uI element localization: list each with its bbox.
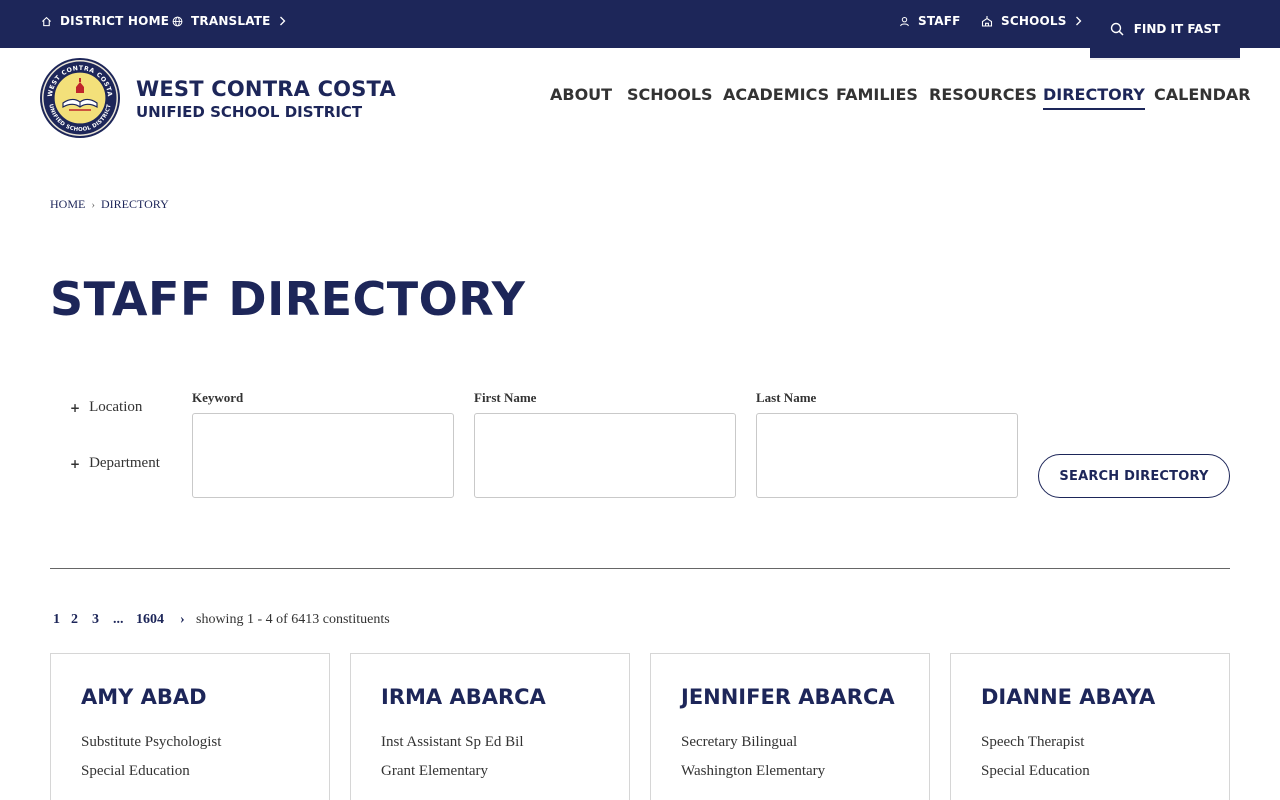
page-link-1[interactable]: 1 bbox=[53, 612, 60, 628]
globe-icon bbox=[172, 16, 183, 26]
school-icon bbox=[981, 16, 993, 27]
page-link-2[interactable]: 2 bbox=[71, 612, 78, 628]
find-it-fast-button[interactable]: FIND IT FAST bbox=[1090, 0, 1240, 58]
staff-location: Washington Elementary bbox=[681, 763, 826, 779]
staff-name[interactable]: JENNIFER ABARCA bbox=[681, 685, 895, 709]
chevron-right-icon bbox=[279, 16, 286, 26]
staff-location: Grant Elementary bbox=[381, 763, 489, 779]
department-filter-label: Department bbox=[89, 455, 160, 471]
chevron-right-icon bbox=[1075, 16, 1082, 26]
nav-item-academics[interactable]: ACADEMICS bbox=[723, 84, 829, 106]
staff-title: Substitute Psychologist bbox=[81, 734, 222, 750]
staff-title: Inst Assistant Sp Ed Bil bbox=[381, 734, 524, 750]
person-icon bbox=[900, 16, 909, 26]
district-home-label: DISTRICT HOME bbox=[60, 14, 170, 28]
department-filter-toggle[interactable]: + Department bbox=[70, 455, 160, 472]
staff-title: Speech Therapist bbox=[981, 734, 1085, 750]
nav-item-calendar[interactable]: CALENDAR bbox=[1154, 84, 1251, 106]
plus-icon: + bbox=[70, 400, 81, 415]
keyword-label: Keyword bbox=[192, 390, 244, 405]
district-name[interactable]: WEST CONTRA COSTA UNIFIED SCHOOL DISTRIC… bbox=[136, 76, 396, 122]
first-name-label: First Name bbox=[474, 390, 537, 405]
home-icon bbox=[41, 16, 52, 26]
page-title: STAFF DIRECTORY bbox=[50, 272, 526, 326]
location-filter-toggle[interactable]: + Location bbox=[70, 399, 142, 416]
staff-card: JENNIFER ABARCA Secretary Bilingual Wash… bbox=[650, 653, 930, 800]
district-name-line2: UNIFIED SCHOOL DISTRICT bbox=[136, 103, 363, 121]
district-home-link[interactable]: DISTRICT HOME bbox=[41, 0, 169, 42]
last-name-label: Last Name bbox=[756, 390, 817, 405]
utility-bar: DISTRICT HOME TRANSLATE STAFF SCHOOLS bbox=[0, 0, 1280, 48]
search-directory-button[interactable]: SEARCH DIRECTORY bbox=[1038, 454, 1230, 498]
staff-name[interactable]: IRMA ABARCA bbox=[381, 685, 546, 709]
translate-label: TRANSLATE bbox=[191, 14, 271, 28]
staff-location: Special Education bbox=[981, 763, 1090, 779]
staff-name[interactable]: AMY ABAD bbox=[81, 685, 207, 709]
breadcrumb: HOME › DIRECTORY bbox=[50, 197, 169, 212]
page-link-last[interactable]: 1604 bbox=[136, 612, 164, 628]
staff-card: AMY ABAD Substitute Psychologist Special… bbox=[50, 653, 330, 800]
nav-item-schools[interactable]: SCHOOLS bbox=[627, 84, 713, 106]
schools-link[interactable]: SCHOOLS bbox=[981, 0, 1082, 42]
staff-card: IRMA ABARCA Inst Assistant Sp Ed Bil Gra… bbox=[350, 653, 630, 800]
find-it-fast-label: FIND IT FAST bbox=[1133, 22, 1221, 36]
keyword-input[interactable] bbox=[192, 413, 454, 498]
schools-label: SCHOOLS bbox=[1001, 14, 1067, 28]
page-ellipsis[interactable]: ... bbox=[113, 612, 124, 628]
translate-link[interactable]: TRANSLATE bbox=[172, 0, 286, 42]
breadcrumb-current: DIRECTORY bbox=[101, 197, 169, 211]
district-name-line1: WEST CONTRA COSTA bbox=[136, 77, 396, 101]
page-link-3[interactable]: 3 bbox=[92, 612, 99, 628]
staff-label: STAFF bbox=[918, 14, 961, 28]
plus-icon: + bbox=[70, 456, 81, 471]
nav-item-families[interactable]: FAMILIES bbox=[836, 84, 918, 106]
staff-card: DIANNE ABAYA Speech Therapist Special Ed… bbox=[950, 653, 1230, 800]
nav-item-about[interactable]: ABOUT bbox=[550, 84, 612, 106]
pagination: 1 2 3 ... 1604 › showing 1 - 4 of 6413 c… bbox=[0, 612, 600, 632]
next-page-icon[interactable]: › bbox=[180, 612, 185, 628]
staff-location: Special Education bbox=[81, 763, 190, 779]
nav-item-resources[interactable]: RESOURCES bbox=[929, 84, 1037, 106]
last-name-input[interactable] bbox=[756, 413, 1018, 498]
breadcrumb-home[interactable]: HOME bbox=[50, 197, 85, 212]
district-seal-logo[interactable]: WEST CONTRA COSTA UNIFIED SCHOOL DISTRIC… bbox=[39, 57, 121, 139]
search-icon bbox=[1110, 22, 1124, 36]
chevron-right-icon: › bbox=[91, 198, 96, 211]
staff-link[interactable]: STAFF bbox=[899, 0, 961, 42]
first-name-input[interactable] bbox=[474, 413, 736, 498]
nav-item-directory[interactable]: DIRECTORY bbox=[1043, 84, 1145, 110]
location-filter-label: Location bbox=[89, 399, 143, 415]
divider bbox=[50, 568, 1230, 569]
results-summary: showing 1 - 4 of 6413 constituents bbox=[196, 612, 390, 627]
staff-title: Secretary Bilingual bbox=[681, 734, 798, 750]
staff-name[interactable]: DIANNE ABAYA bbox=[981, 685, 1155, 709]
